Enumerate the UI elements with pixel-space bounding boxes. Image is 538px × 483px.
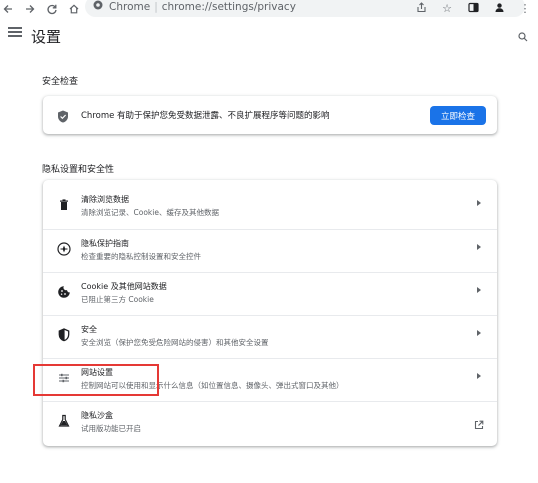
profile-avatar-icon[interactable]	[486, 2, 512, 16]
more-menu-icon[interactable]: ⋮	[512, 2, 538, 15]
back-arrow-icon[interactable]	[1, 2, 15, 16]
privacy-security-heading: 隐私设置和安全性	[42, 165, 115, 175]
privacy-security-card: 清除浏览数据 清除浏览记录、Cookie、缓存及其他数据 隐私保护指南 检查重要…	[43, 180, 497, 446]
chevron-right-icon	[477, 287, 481, 293]
chevron-right-icon	[477, 330, 481, 336]
external-link-icon[interactable]	[474, 415, 484, 430]
check-now-button[interactable]: 立即检查	[430, 106, 486, 125]
item-title: 清除浏览数据	[81, 195, 129, 204]
item-subtitle: 已阻止第三方 Cookie	[81, 295, 154, 304]
item-subtitle: 安全浏览（保护您免受危险网站的侵害）和其他安全设置	[81, 338, 269, 347]
side-panel-icon[interactable]	[460, 2, 486, 16]
item-subtitle: 控制网站可以使用和显示什么信息（如位置信息、摄像头、弹出式窗口及其他）	[81, 381, 344, 390]
item-title: 隐私沙盒	[81, 411, 113, 420]
settings-header: 设置	[0, 17, 538, 57]
search-icon[interactable]	[518, 27, 528, 42]
shield-icon	[57, 327, 71, 342]
item-subtitle: 检查重要的隐私控制设置和安全控件	[81, 252, 201, 261]
site-name: Chrome	[109, 0, 151, 13]
bookmark-star-icon[interactable]: ☆	[434, 2, 460, 15]
page-title: 设置	[31, 28, 62, 46]
flask-icon	[57, 413, 71, 427]
hamburger-menu-icon[interactable]	[8, 25, 22, 39]
chevron-right-icon	[477, 244, 481, 250]
tune-icon	[57, 370, 71, 384]
toolbar-actions: ☆ ⋮	[408, 0, 538, 17]
safety-check-heading: 安全检查	[42, 77, 79, 87]
item-title: 网站设置	[81, 368, 113, 377]
share-icon[interactable]	[408, 1, 434, 16]
chrome-logo-icon	[93, 0, 103, 13]
reload-icon[interactable]	[45, 2, 59, 16]
safety-check-card: Chrome 有助于保护您免受数据泄露、不良扩展程序等问题的影响 立即检查	[43, 96, 497, 134]
list-item-privacy-guide[interactable]: 隐私保护指南 检查重要的隐私控制设置和安全控件	[43, 229, 497, 268]
list-item-security[interactable]: 安全 安全浏览（保护您免受危险网站的侵害）和其他安全设置	[43, 315, 497, 354]
forward-arrow-icon[interactable]	[23, 2, 37, 16]
trash-icon	[57, 197, 71, 211]
item-subtitle: 清除浏览记录、Cookie、缓存及其他数据	[81, 208, 219, 217]
url-path: chrome://settings/privacy	[161, 0, 296, 13]
chevron-right-icon	[477, 373, 481, 379]
item-title: 隐私保护指南	[81, 239, 129, 248]
item-subtitle: 试用版功能已开启	[81, 424, 141, 433]
url-text: Chrome | chrome://settings/privacy	[109, 0, 296, 13]
browser-toolbar: Chrome | chrome://settings/privacy ☆ ⋮	[0, 0, 538, 17]
list-item-cookies[interactable]: Cookie 及其他网站数据 已阻止第三方 Cookie	[43, 272, 497, 311]
home-icon[interactable]	[67, 2, 81, 16]
shield-check-icon	[57, 108, 69, 123]
list-item-privacy-sandbox[interactable]: 隐私沙盒 试用版功能已开启	[43, 401, 497, 440]
cookie-icon	[57, 284, 71, 298]
item-title: Cookie 及其他网站数据	[81, 282, 167, 291]
list-item-clear-browsing-data[interactable]: 清除浏览数据 清除浏览记录、Cookie、缓存及其他数据	[43, 186, 497, 224]
safety-check-description: Chrome 有助于保护您免受数据泄露、不良扩展程序等问题的影响	[81, 111, 330, 121]
compass-icon	[57, 241, 71, 256]
chevron-right-icon	[477, 200, 481, 206]
item-title: 安全	[81, 325, 97, 334]
list-item-site-settings[interactable]: 网站设置 控制网站可以使用和显示什么信息（如位置信息、摄像头、弹出式窗口及其他）	[43, 358, 497, 397]
